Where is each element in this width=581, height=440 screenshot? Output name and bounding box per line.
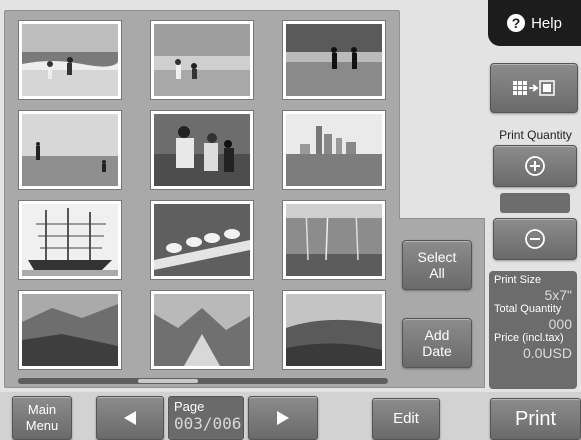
print-size-label: Print Size bbox=[494, 274, 542, 286]
photo-thumbnail[interactable] bbox=[282, 110, 386, 190]
photo-thumbnail[interactable] bbox=[18, 200, 122, 280]
print-quantity-label: Print Quantity bbox=[499, 128, 572, 142]
add-date-button[interactable]: Add Date bbox=[402, 318, 472, 368]
quantity-display bbox=[500, 193, 570, 213]
photo-thumbnail[interactable] bbox=[18, 290, 122, 370]
select-all-button[interactable]: Select All bbox=[402, 240, 472, 290]
minus-icon bbox=[525, 229, 545, 249]
print-info-panel: Print Size 5x7" Total Quantity 000 Price… bbox=[489, 271, 577, 389]
photo-thumbnail[interactable] bbox=[282, 290, 386, 370]
triangle-left-icon bbox=[124, 411, 136, 425]
main-menu-button[interactable]: Main Menu bbox=[12, 396, 72, 440]
photo-thumbnail[interactable] bbox=[150, 290, 254, 370]
photo-thumbnail[interactable] bbox=[282, 200, 386, 280]
decrease-quantity-button[interactable] bbox=[493, 218, 577, 260]
page-label: Page bbox=[174, 399, 205, 414]
main-menu-label: Main Menu bbox=[25, 402, 59, 433]
grid-to-single-icon bbox=[513, 80, 555, 96]
photo-thumbnail[interactable] bbox=[282, 20, 386, 100]
next-page-button[interactable] bbox=[248, 396, 318, 440]
total-quantity-value: 000 bbox=[548, 316, 572, 332]
page-indicator: Page 003/006 bbox=[168, 396, 244, 440]
edit-label: Edit bbox=[393, 410, 419, 427]
edit-button[interactable]: Edit bbox=[372, 398, 440, 440]
select-all-label: Select All bbox=[417, 249, 457, 281]
page-value: 003/006 bbox=[174, 414, 242, 433]
photo-thumbnail[interactable] bbox=[18, 110, 122, 190]
add-date-label: Add Date bbox=[422, 327, 452, 359]
help-label: Help bbox=[531, 14, 562, 32]
print-size-value: 5x7" bbox=[544, 287, 572, 303]
previous-page-button[interactable] bbox=[96, 396, 164, 440]
help-button[interactable]: ? Help bbox=[488, 0, 581, 46]
total-quantity-label: Total Quantity bbox=[494, 303, 562, 315]
increase-quantity-button[interactable] bbox=[493, 145, 577, 187]
photo-thumbnail[interactable] bbox=[150, 20, 254, 100]
photo-thumbnail[interactable] bbox=[150, 110, 254, 190]
print-label: Print bbox=[514, 408, 557, 430]
triangle-right-icon bbox=[277, 411, 289, 425]
plus-icon bbox=[525, 156, 545, 176]
grid-scrollbar-thumb[interactable] bbox=[138, 379, 198, 383]
print-button[interactable]: Print bbox=[490, 398, 581, 440]
price-label: Price (incl.tax) bbox=[494, 332, 564, 344]
photo-thumbnail[interactable] bbox=[150, 200, 254, 280]
price-value: 0.0USD bbox=[522, 345, 572, 361]
layout-toggle-button[interactable] bbox=[490, 63, 578, 113]
question-circle-icon: ? bbox=[507, 14, 526, 32]
photo-thumbnail[interactable] bbox=[18, 20, 122, 100]
grid-scrollbar[interactable] bbox=[18, 378, 388, 384]
